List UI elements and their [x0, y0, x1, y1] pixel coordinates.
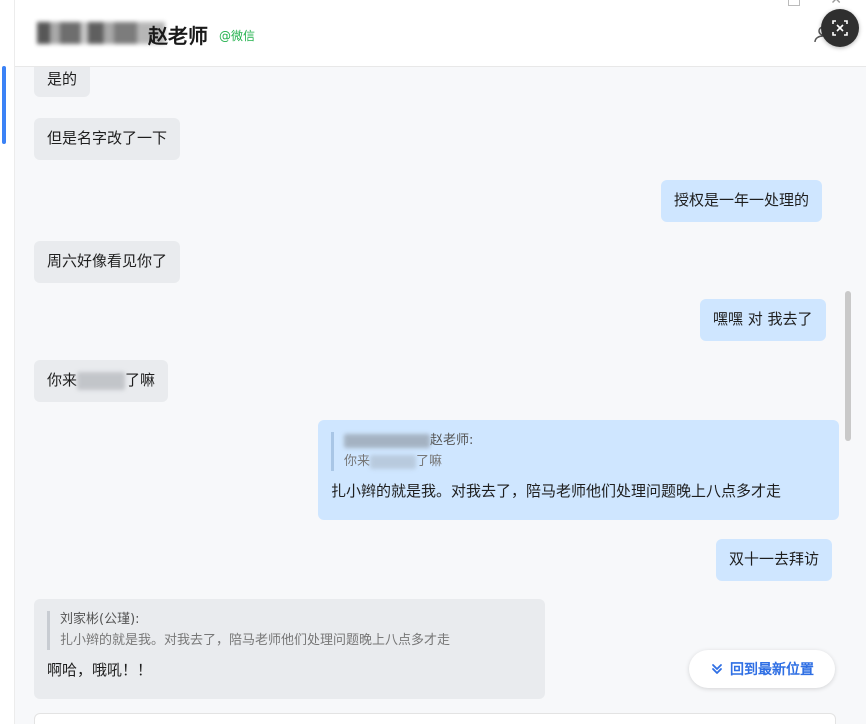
- left-sidebar-strip: [0, 0, 15, 724]
- reply-message-bubble[interactable]: 刘家彬(公瑾): 扎小辫的就是我。对我去了，陪马老师他们处理问题晚上八点多才走 …: [34, 599, 545, 699]
- message-text: 扎小辫的就是我。对我去了，陪马老师他们处理问题晚上八点多才走: [331, 482, 782, 500]
- double-chevron-down-icon: [712, 664, 722, 674]
- translate-icon: [832, 20, 848, 36]
- jump-to-latest-label: 回到最新位置: [730, 662, 814, 678]
- screen-translate-button[interactable]: [821, 9, 859, 47]
- window-minimize-button[interactable]: [788, 0, 800, 6]
- quoted-message[interactable]: 赵老师: 你来 了嘛: [331, 432, 826, 471]
- message-bubble[interactable]: 双十一去拜访: [716, 539, 833, 581]
- redacted-text: [370, 454, 417, 469]
- chat-title: 赵老师: [148, 24, 208, 48]
- window-close-button[interactable]: ✕: [830, 0, 842, 8]
- message-input-box[interactable]: [34, 713, 836, 724]
- message-bubble[interactable]: 你来 了嘛: [34, 360, 169, 402]
- message-bubble[interactable]: 但是名字改了一下: [34, 118, 181, 160]
- message-text: 嘿嘿 对 我去了: [713, 310, 813, 328]
- message-text: 啊哈，哦吼！！: [47, 661, 153, 679]
- message-bubble[interactable]: 嘿嘿 对 我去了: [700, 299, 826, 341]
- message-bubble[interactable]: 授权是一年一处理的: [661, 180, 823, 222]
- message-text: 授权是一年一处理的: [674, 191, 810, 209]
- quote-text: 扎小辫的就是我。对我去了，陪马老师他们处理问题晚上八点多才走: [60, 633, 451, 648]
- message-text: 但是名字改了一下: [47, 129, 168, 147]
- jump-to-latest-button[interactable]: 回到最新位置: [689, 650, 835, 688]
- chat-source-label: @微信: [219, 29, 256, 43]
- message-text: 双十一去拜访: [729, 550, 820, 568]
- quoted-message[interactable]: 刘家彬(公瑾): 扎小辫的就是我。对我去了，陪马老师他们处理问题晚上八点多才走: [47, 611, 532, 650]
- active-indicator: [2, 66, 6, 144]
- message-text: 你来: [47, 371, 78, 389]
- message-bubble[interactable]: 周六好像看见你了: [34, 241, 181, 283]
- message-text: 周六好像看见你了: [47, 252, 168, 270]
- message-text: 是的: [47, 70, 78, 88]
- chat-message-area[interactable]: 是的 但是名字改了一下 授权是一年一处理的 周六好像看见你了 嘿嘿 对 我去了 …: [15, 67, 866, 724]
- redacted-text: [77, 371, 126, 390]
- redacted-name: [37, 22, 165, 44]
- redacted-name: [344, 433, 430, 448]
- quote-author: 赵老师:: [430, 433, 474, 448]
- reply-message-bubble[interactable]: 赵老师: 你来 了嘛 扎小辫的就是我。对我去了，陪马老师他们处理问题晚上八点多才走: [318, 420, 839, 520]
- quote-text: 你来: [344, 454, 371, 469]
- scrollbar-thumb[interactable]: [845, 291, 851, 441]
- quote-text: 了嘛: [416, 454, 443, 469]
- message-text: 了嘛: [125, 371, 156, 389]
- quote-author: 刘家彬(公瑾):: [60, 612, 140, 627]
- message-bubble[interactable]: 是的: [34, 67, 91, 97]
- chat-header: 赵老师 @微信 ✕: [15, 0, 866, 67]
